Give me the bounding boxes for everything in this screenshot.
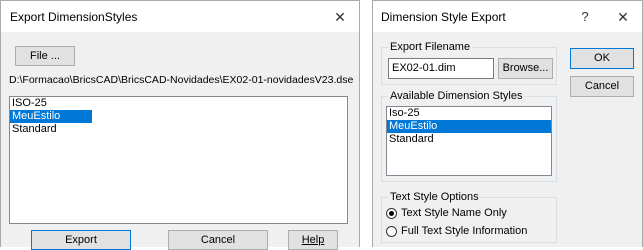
close-icon[interactable]: ✕ [325, 5, 355, 29]
title-bar: Dimension Style Export ? ✕ [373, 1, 642, 32]
help-button[interactable]: Help [288, 230, 338, 250]
dialog-title: Dimension Style Export [381, 10, 506, 24]
list-item-selected[interactable]: MeuEstilo [387, 120, 551, 133]
styles-list[interactable]: ISO-25 MeuEstilo Standard [9, 96, 348, 224]
radio-label: Full Text Style Information [401, 225, 528, 237]
cancel-button[interactable]: Cancel [168, 230, 268, 250]
available-styles-list[interactable]: Iso-25 MeuEstilo Standard [386, 106, 552, 176]
file-button[interactable]: File ... [15, 46, 75, 66]
title-bar: Export DimensionStyles ✕ [1, 1, 359, 32]
text-style-options-group: Text Style Options Text Style Name Only … [381, 191, 557, 243]
dialog-title: Export DimensionStyles [10, 10, 138, 24]
browse-label: Browse... [502, 62, 549, 74]
radio-label: Text Style Name Only [401, 207, 507, 219]
radio-selected-icon [386, 207, 397, 219]
list-item[interactable]: ISO-25 [10, 97, 347, 110]
list-item-selected[interactable]: MeuEstilo [10, 110, 92, 123]
radio-text-style-name-only[interactable]: Text Style Name Only [386, 207, 507, 219]
list-item[interactable]: Standard [387, 133, 551, 146]
group-label: Text Style Options [388, 191, 481, 203]
ok-button[interactable]: OK [570, 48, 634, 69]
browse-button[interactable]: Browse... [498, 58, 553, 79]
list-item[interactable]: Iso-25 [387, 107, 551, 120]
radio-unselected-icon [386, 225, 397, 237]
export-dimensionstyles-dialog: Export DimensionStyles ✕ File ... D:\For… [0, 0, 360, 250]
group-label: Available Dimension Styles [388, 90, 525, 102]
help-icon[interactable]: ? [570, 5, 600, 29]
dimension-style-export-dialog: Dimension Style Export ? ✕ Export Filena… [372, 0, 643, 247]
help-label: Help [301, 234, 325, 246]
radio-full-text-style-info[interactable]: Full Text Style Information [386, 225, 527, 237]
group-label: Export Filename [388, 41, 473, 53]
export-filename-group: Export Filename EX02-01.dim Browse... [381, 41, 557, 85]
file-path-label: D:\Formacao\BricsCAD\BricsCAD-Novidades\… [9, 74, 354, 86]
export-button[interactable]: Export [31, 230, 131, 250]
close-icon[interactable]: ✕ [608, 5, 638, 29]
cancel-button[interactable]: Cancel [570, 76, 634, 97]
filename-input[interactable]: EX02-01.dim [388, 58, 494, 79]
list-item[interactable]: Standard [10, 123, 347, 136]
available-styles-group: Available Dimension Styles Iso-25 MeuEst… [381, 90, 557, 182]
